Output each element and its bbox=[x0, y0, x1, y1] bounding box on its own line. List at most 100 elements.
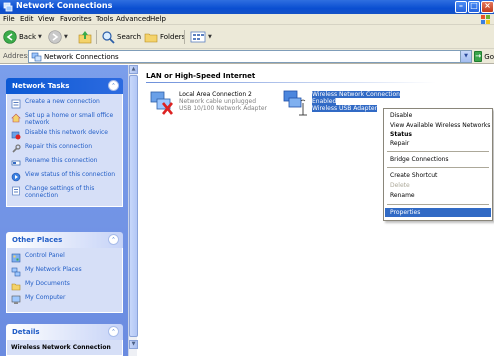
menu-view[interactable]: View bbox=[38, 15, 55, 23]
group-header: LAN or High-Speed Internet bbox=[146, 72, 256, 80]
other-places-header[interactable]: Other Places ⌃ bbox=[6, 232, 123, 248]
place-label: My Documents bbox=[25, 280, 70, 287]
menu-item-properties[interactable]: Properties bbox=[385, 208, 491, 217]
views-icon bbox=[190, 31, 206, 43]
details-header[interactable]: Details ⌃ bbox=[6, 324, 123, 340]
address-label: Address bbox=[3, 52, 31, 60]
task-repair[interactable]: Repair this connection bbox=[11, 143, 118, 154]
connection-status: Network cable unplugged bbox=[179, 98, 257, 105]
back-arrow-icon bbox=[3, 30, 17, 44]
forward-arrow-icon bbox=[48, 30, 62, 44]
address-value: Network Connections bbox=[44, 53, 119, 61]
task-pane: Network Tasks ⌃ Create a new connection … bbox=[0, 65, 128, 356]
details-body: Wireless Network Connection bbox=[6, 340, 123, 356]
folders-icon bbox=[144, 33, 158, 43]
menu-tools[interactable]: Tools bbox=[96, 15, 113, 23]
details-connection-name: Wireless Network Connection bbox=[11, 344, 111, 351]
menu-item-create-shortcut[interactable]: Create Shortcut bbox=[385, 171, 491, 180]
search-button[interactable]: Search bbox=[101, 29, 141, 45]
place-label: My Network Places bbox=[25, 266, 82, 273]
back-dropdown-icon[interactable]: ▼ bbox=[38, 34, 42, 40]
toolbar-separator bbox=[96, 30, 97, 44]
back-button[interactable]: Back ▼ bbox=[3, 29, 42, 45]
network-connections-icon bbox=[31, 52, 42, 62]
menu-advanced[interactable]: Advanced bbox=[116, 15, 151, 23]
minimize-button[interactable]: – bbox=[455, 1, 467, 13]
other-places-body: Control Panel My Network Places My Docum… bbox=[6, 248, 123, 313]
connection-text: Local Area Connection 2 Network cable un… bbox=[179, 91, 267, 112]
place-my-documents[interactable]: My Documents bbox=[11, 280, 118, 291]
computer-icon bbox=[11, 295, 21, 304]
task-label: Disable this network device bbox=[25, 129, 109, 136]
task-label: View status of this connection bbox=[25, 171, 116, 178]
menu-favorites[interactable]: Favorites bbox=[60, 15, 92, 23]
up-folder-icon bbox=[78, 31, 92, 44]
title-bar[interactable]: Network Connections – □ × bbox=[0, 0, 494, 14]
menu-help[interactable]: Help bbox=[150, 15, 166, 23]
task-rename[interactable]: Rename this connection bbox=[11, 157, 118, 168]
go-label: Go bbox=[484, 52, 494, 61]
control-panel-icon bbox=[11, 253, 21, 263]
maximize-button[interactable]: □ bbox=[468, 1, 480, 13]
collapse-chevron-icon[interactable]: ⌃ bbox=[108, 80, 119, 91]
task-label: Rename this connection bbox=[25, 157, 98, 164]
address-dropdown-icon[interactable]: ▼ bbox=[460, 51, 471, 62]
window-title: Network Connections bbox=[16, 1, 113, 10]
new-connection-icon bbox=[11, 99, 21, 109]
task-label: Set up a home or small office network bbox=[25, 112, 114, 126]
views-button[interactable]: ▼ bbox=[190, 29, 212, 45]
menu-item-view-wireless-networks[interactable]: View Available Wireless Networks bbox=[385, 121, 491, 130]
place-label: My Computer bbox=[25, 294, 66, 301]
close-button[interactable]: × bbox=[481, 1, 494, 13]
folders-label: Folders bbox=[160, 33, 186, 41]
forward-button[interactable]: ▼ bbox=[48, 29, 68, 45]
views-dropdown-icon[interactable]: ▼ bbox=[208, 34, 212, 40]
task-disable-device[interactable]: Disable this network device bbox=[11, 129, 118, 140]
connection-local-area[interactable]: Local Area Connection 2 Network cable un… bbox=[148, 89, 278, 119]
menu-item-bridge-connections[interactable]: Bridge Connections bbox=[385, 155, 491, 164]
forward-dropdown-icon[interactable]: ▼ bbox=[64, 34, 68, 40]
toolbar-separator bbox=[184, 30, 185, 44]
menu-edit[interactable]: Edit bbox=[20, 15, 34, 23]
task-change-settings[interactable]: Change settings of this connection bbox=[11, 185, 118, 199]
task-view-status[interactable]: View status of this connection bbox=[11, 171, 118, 182]
place-network-places[interactable]: My Network Places bbox=[11, 266, 118, 277]
network-connections-app-icon bbox=[3, 2, 13, 12]
minimize-icon: – bbox=[459, 1, 463, 10]
go-button[interactable]: → Go bbox=[474, 50, 494, 63]
scrollbar-thumb[interactable] bbox=[129, 75, 138, 337]
address-field[interactable]: Network Connections ▼ bbox=[28, 50, 472, 63]
maximize-icon: □ bbox=[470, 1, 478, 10]
menu-item-rename[interactable]: Rename bbox=[385, 191, 491, 200]
menu-file[interactable]: File bbox=[3, 15, 15, 23]
menu-separator bbox=[387, 167, 489, 168]
up-folder-button[interactable] bbox=[78, 29, 92, 45]
task-pane-scrollbar[interactable]: ▲ ▼ bbox=[128, 65, 138, 356]
connection-device: USB 10/100 Network Adapter bbox=[179, 105, 268, 112]
menu-item-status[interactable]: Status bbox=[385, 130, 491, 139]
task-home-network[interactable]: Set up a home or small office network bbox=[11, 112, 118, 126]
scroll-down-icon[interactable]: ▼ bbox=[129, 340, 138, 349]
place-my-computer[interactable]: My Computer bbox=[11, 294, 118, 305]
place-control-panel[interactable]: Control Panel bbox=[11, 252, 118, 263]
address-bar: Address Network Connections ▼ → Go bbox=[0, 49, 494, 64]
disable-device-icon bbox=[11, 131, 21, 140]
network-tasks-header[interactable]: Network Tasks ⌃ bbox=[6, 78, 123, 94]
task-create-connection[interactable]: Create a new connection bbox=[11, 98, 118, 109]
close-icon: × bbox=[484, 1, 491, 10]
collapse-chevron-icon[interactable]: ⌃ bbox=[108, 326, 119, 337]
scroll-up-icon[interactable]: ▲ bbox=[129, 65, 138, 74]
collapse-chevron-icon[interactable]: ⌃ bbox=[108, 234, 119, 245]
repair-icon bbox=[12, 144, 21, 153]
menu-item-repair[interactable]: Repair bbox=[385, 139, 491, 148]
search-icon bbox=[102, 31, 115, 44]
wireless-network-icon bbox=[283, 90, 307, 116]
network-tasks-title: Network Tasks bbox=[12, 82, 70, 90]
search-label: Search bbox=[117, 33, 142, 41]
go-arrow-icon: → bbox=[474, 51, 483, 62]
connection-name: Local Area Connection 2 bbox=[179, 91, 252, 98]
rename-icon bbox=[11, 160, 21, 166]
folders-button[interactable]: Folders bbox=[144, 29, 185, 45]
menu-item-disable[interactable]: Disable bbox=[385, 111, 491, 120]
windows-logo-icon bbox=[481, 15, 490, 24]
